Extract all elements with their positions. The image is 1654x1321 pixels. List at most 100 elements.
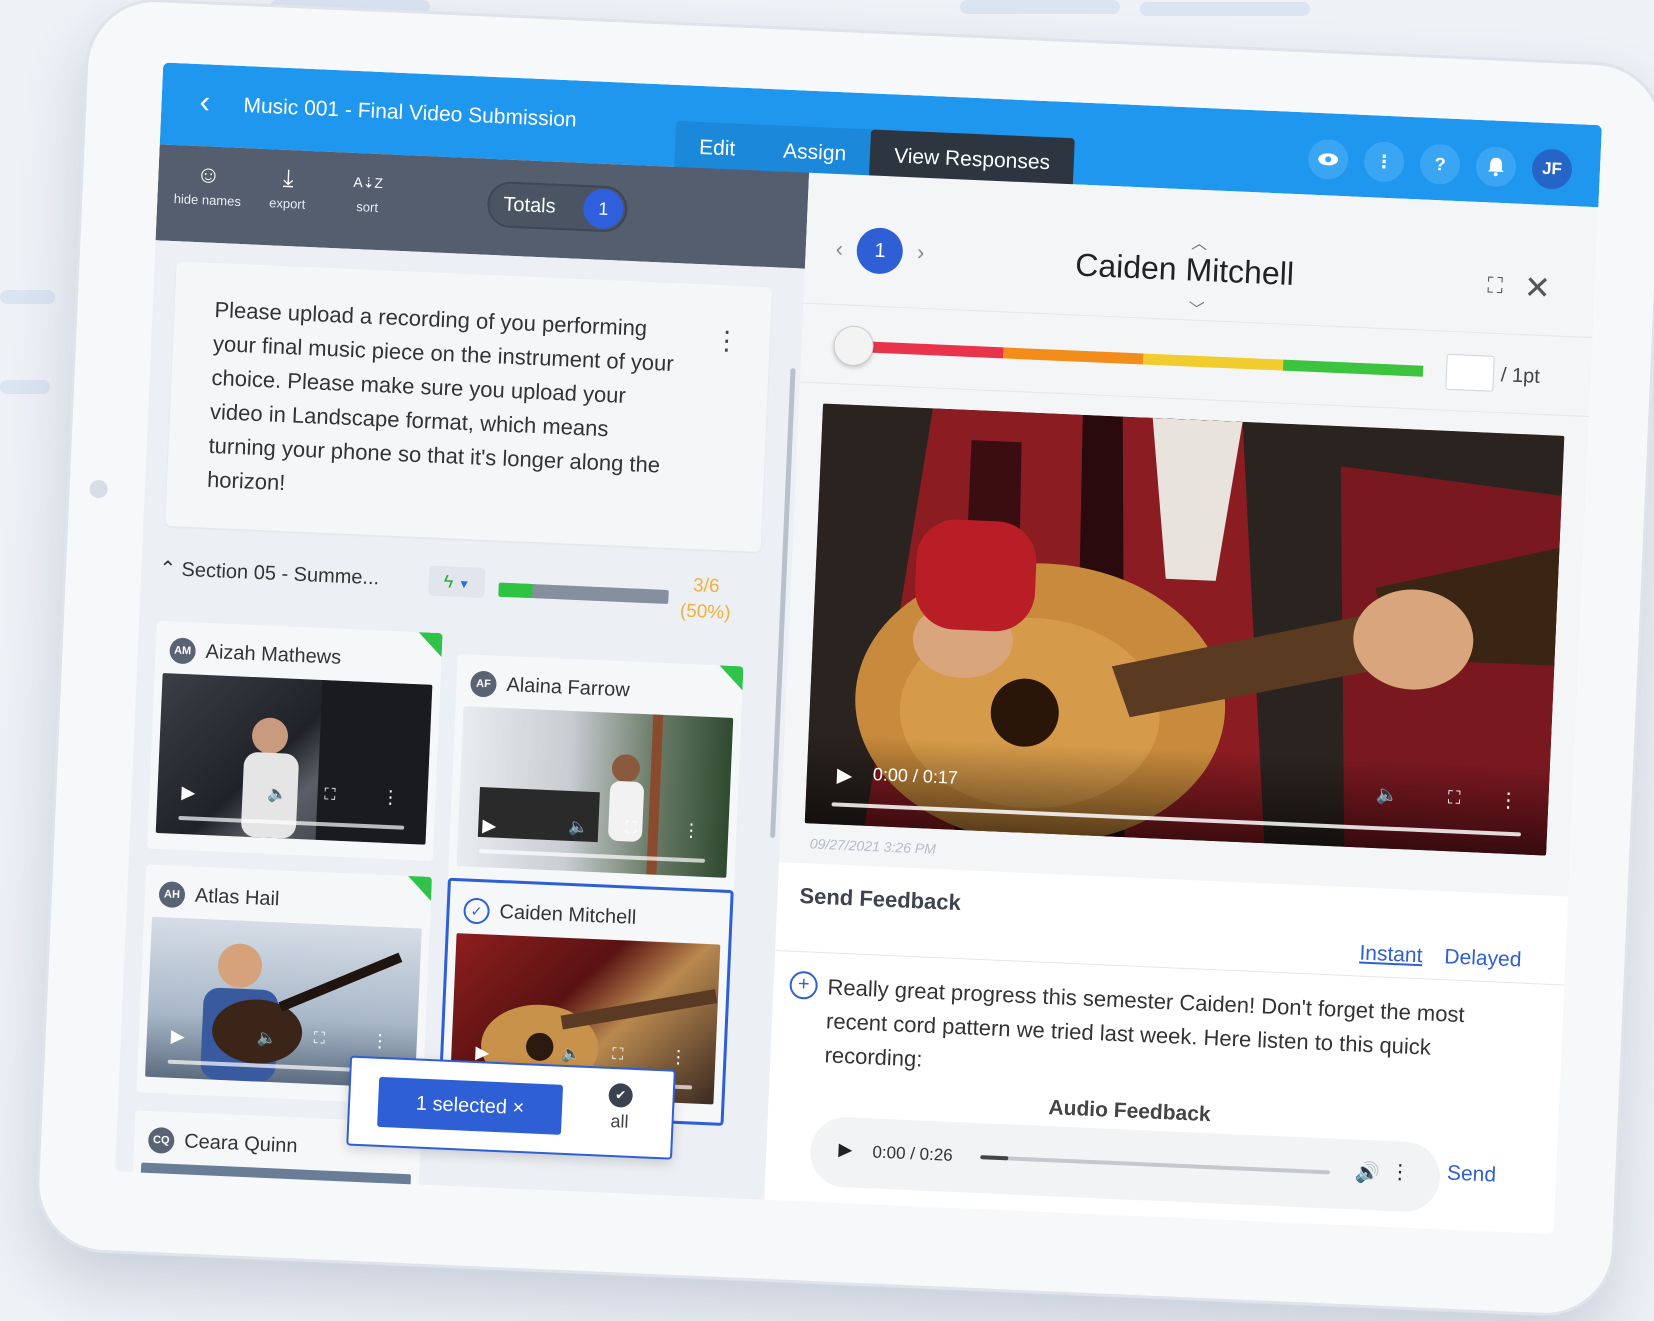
more-vertical-icon[interactable]: ⋮ [1390,1159,1411,1185]
prompt-text: Please upload a recording of you perform… [206,296,675,496]
hide-names-button[interactable]: ☺ hide names [167,159,249,209]
background-bar [0,290,55,304]
chevron-right-icon[interactable]: › [916,240,925,266]
background-bar [1140,2,1310,16]
help-chat-icon[interactable]: ? [1419,143,1461,186]
tile-header: CQ Ceara Quinn [147,1125,299,1161]
score-segment-yellow [1143,353,1284,371]
play-icon[interactable]: ▶ [181,782,196,804]
section-header: ⌃ Section 05 - Summe... ϟ ▼ 3/6 (50%) [158,546,770,633]
chevron-left-icon[interactable]: ‹ [835,236,843,262]
more-vertical-icon[interactable]: ⋮ [682,820,701,842]
volume-icon[interactable]: 🔈 [561,1044,582,1065]
audio-seek-bar[interactable] [980,1155,1331,1175]
send-button[interactable]: Send [1446,1162,1497,1188]
sort-az-icon: A⇣Z [353,173,384,192]
tile-header: AF Alaina Farrow [469,668,631,705]
totals-count-badge: 1 [582,187,625,230]
face-icon: ☺ [195,161,222,190]
selected-count-chip[interactable]: 1 selected × [377,1076,564,1135]
section-progress-bar [498,582,669,605]
volume-icon[interactable]: 🔈 [568,817,589,838]
fullscreen-icon[interactable]: ⛶ [1447,787,1460,809]
student-initials: AF [469,670,498,698]
submission-timestamp: 09/27/2021 3:26 PM [809,835,937,857]
section-progress-text: 3/6 (50%) [679,575,731,624]
prompt-card: Please upload a recording of you perform… [165,261,773,552]
play-icon[interactable]: ▶ [170,1026,185,1048]
score-segment-red [863,341,1004,359]
export-button[interactable]: ⤓ export [247,162,329,212]
more-vertical-icon[interactable]: ⋮ [370,1030,389,1052]
student-initials: AM [169,637,197,665]
tab-delayed[interactable]: Delayed [1444,945,1522,972]
lightning-icon: ϟ [443,571,454,592]
response-video[interactable]: ▶ 0:00 / 0:17 🔈 ⛶ ⋮ [804,403,1565,856]
audio-time: 0:00 / 0:26 [872,1142,954,1165]
tab-instant[interactable]: Instant [1359,942,1423,969]
score-segment-orange [1003,347,1144,365]
more-vertical-icon[interactable]: ⋮ [1498,787,1519,813]
fullscreen-icon[interactable]: ⛶ [313,1030,325,1048]
score-slider-row: / 1pt [799,302,1593,418]
play-icon[interactable]: ▶ [838,1139,853,1161]
student-initials: CQ [147,1126,175,1154]
volume-icon[interactable]: 🔈 [267,784,288,805]
replace-audio-link[interactable]: Replace Audio [1053,1214,1183,1234]
student-initials: AH [158,881,186,909]
score-slider-handle[interactable] [832,325,875,367]
feedback-text[interactable]: Really great progress this semester Caid… [824,970,1468,1100]
fullscreen-icon[interactable]: ⛶ [625,819,637,837]
score-segment-green [1282,359,1424,377]
fullscreen-icon[interactable]: ⛶ [612,1046,624,1064]
chevron-up-icon: ⌃ [158,557,182,581]
video-thumbnail[interactable]: ▶ 🔈 ⛶ ⋮ [155,673,433,845]
fullscreen-icon[interactable]: ⛶ [324,786,336,804]
student-pager: ‹ 1 › [835,226,926,276]
chevron-up-icon[interactable]: ︿ [1191,230,1208,255]
more-vertical-icon[interactable]: ⋮ [1363,140,1405,183]
video-seek-bar[interactable] [831,802,1522,837]
more-vertical-icon[interactable]: ⋮ [669,1047,688,1069]
more-vertical-icon[interactable]: ⋮ [381,787,400,809]
tablet-frame: ‹ Music 001 - Final Video Submission Edi… [33,0,1654,1319]
score-unit: / 1pt [1500,364,1541,388]
play-icon[interactable]: ▶ [482,815,497,837]
expand-icon[interactable]: ⛶ [1487,272,1503,299]
header-icons: ⋮ ? JF [1307,138,1573,191]
add-circle-icon[interactable]: + [789,970,819,1000]
student-name: Atlas Hail [194,884,280,910]
detail-student-name: Caiden Mitchell [1074,246,1295,292]
score-slider-track[interactable] [863,341,1424,377]
thumbnail-seek-bar[interactable] [479,849,706,863]
student-name: Caiden Mitchell [499,900,637,929]
video-thumbnail[interactable]: ▶ 🔈 ⛶ ⋮ [456,706,734,878]
sort-button[interactable]: A⇣Z sort [327,166,409,216]
section-title[interactable]: ⌃ Section 05 - Summe... [159,556,380,591]
volume-icon[interactable]: 🔈 [256,1027,277,1048]
totals-toggle[interactable]: Totals 1 [486,180,629,233]
eye-icon[interactable] [1307,138,1350,181]
section-filter-dropdown[interactable]: ϟ ▼ [428,565,486,598]
bell-icon[interactable] [1475,145,1517,188]
thumbnail-seek-bar[interactable] [178,815,405,830]
response-tile[interactable]: AF Alaina Farrow ▶ 🔈 ⛶ ⋮ [447,653,744,895]
volume-icon[interactable]: 🔊 [1355,1160,1381,1186]
background-bar [0,380,50,394]
more-vertical-icon[interactable]: ⋮ [713,325,740,357]
select-all-button[interactable]: ✔ all [589,1082,651,1134]
audio-seek-fill [980,1155,1009,1161]
video-thumbnail[interactable] [134,1162,412,1213]
student-name: Ceara Quinn [183,1129,299,1157]
score-input[interactable] [1445,353,1495,392]
app-screen: ‹ Music 001 - Final Video Submission Edi… [114,62,1602,1235]
volume-icon[interactable]: 🔈 [1376,784,1399,806]
response-tile[interactable]: AM Aizah Mathews ▶ 🔈 ⛶ ⋮ [146,620,443,861]
check-icon[interactable]: ✓ [463,897,491,925]
user-avatar[interactable]: JF [1531,148,1573,191]
back-arrow-icon[interactable]: ‹ [199,83,230,119]
play-icon[interactable]: ▶ [836,763,852,789]
close-icon[interactable]: ✕ [1523,268,1551,307]
graded-corner [417,632,443,658]
chevron-down-icon[interactable]: ﹀ [1188,295,1205,320]
